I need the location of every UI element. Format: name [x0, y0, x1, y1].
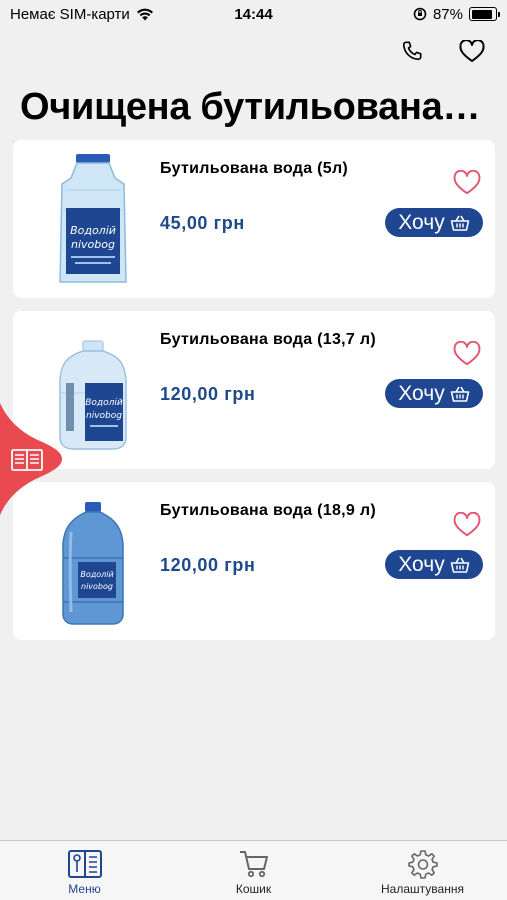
product-price: 120,00 грн	[160, 555, 256, 575]
battery-fill	[471, 9, 492, 19]
menu-book-icon	[67, 850, 102, 878]
favorites-heart-icon[interactable]	[459, 38, 485, 64]
tab-cart-label: Кошик	[235, 882, 272, 896]
product-card[interactable]: Водолій nivobog Бутильована вода (13,7 л…	[13, 311, 495, 469]
tab-bar: Меню Кошик Налаштування	[0, 840, 507, 900]
product-name: Бутильована вода (18,9 л)	[160, 502, 376, 519]
cart-icon	[239, 851, 268, 878]
want-button-label: Хочу	[398, 381, 445, 405]
phone-icon[interactable]	[399, 38, 425, 64]
want-button[interactable]: Хочу	[385, 550, 483, 579]
orientation-lock-icon	[413, 7, 427, 21]
status-bar: Немає SIM-карти 14:44 87%	[0, 0, 507, 28]
favorite-heart-icon[interactable]	[453, 511, 481, 538]
product-card[interactable]: Водолій nivobog Бутильована вода (5л) 45…	[13, 140, 495, 298]
tab-menu[interactable]: Меню	[0, 841, 169, 900]
want-button[interactable]: Хочу	[385, 208, 483, 237]
tab-settings[interactable]: Налаштування	[338, 841, 507, 900]
bottle-label-line1: Водолій	[70, 224, 116, 237]
product-price: 45,00 грн	[160, 213, 245, 233]
carrier-label: Немає SIM-карти	[10, 5, 130, 23]
want-button-label: Хочу	[398, 552, 445, 576]
bottle-label-line2: nivobog	[71, 238, 115, 251]
bottle-label-line1: Водолій	[80, 570, 113, 579]
battery-percent: 87%	[432, 5, 463, 23]
wifi-icon	[136, 8, 153, 21]
top-actions	[399, 38, 485, 64]
product-image-5l-bottle: Водолій nivobog	[59, 154, 127, 283]
basket-icon	[450, 215, 470, 231]
tab-settings-label: Налаштування	[381, 882, 464, 896]
want-button-label: Хочу	[398, 210, 445, 234]
basket-icon	[450, 386, 470, 402]
favorite-heart-icon[interactable]	[453, 169, 481, 196]
product-list: Водолій nivobog Бутильована вода (5л) 45…	[13, 140, 495, 653]
gear-icon	[407, 850, 438, 879]
status-right: 87%	[413, 5, 500, 23]
product-price: 120,00 грн	[160, 384, 256, 404]
favorite-heart-icon[interactable]	[453, 340, 481, 367]
bottle-label-line1: Водолій	[85, 398, 123, 408]
page-title: Очищена бутильована вода	[20, 86, 490, 128]
basket-icon	[450, 557, 470, 573]
bottle-label-line2: nivobog	[86, 411, 122, 421]
tab-cart[interactable]: Кошик	[169, 841, 338, 900]
product-name: Бутильована вода (5л)	[160, 160, 349, 177]
product-name: Бутильована вода (13,7 л)	[160, 331, 376, 348]
want-button[interactable]: Хочу	[385, 379, 483, 408]
product-card[interactable]: Водолій nivobog Бутильована вода (18,9 л…	[13, 482, 495, 640]
status-left: Немає SIM-карти	[10, 6, 154, 23]
tab-menu-label: Меню	[68, 882, 101, 896]
bottle-label-line2: nivobog	[81, 582, 113, 591]
battery-icon	[469, 7, 500, 21]
catalog-side-tab[interactable]	[0, 403, 66, 515]
